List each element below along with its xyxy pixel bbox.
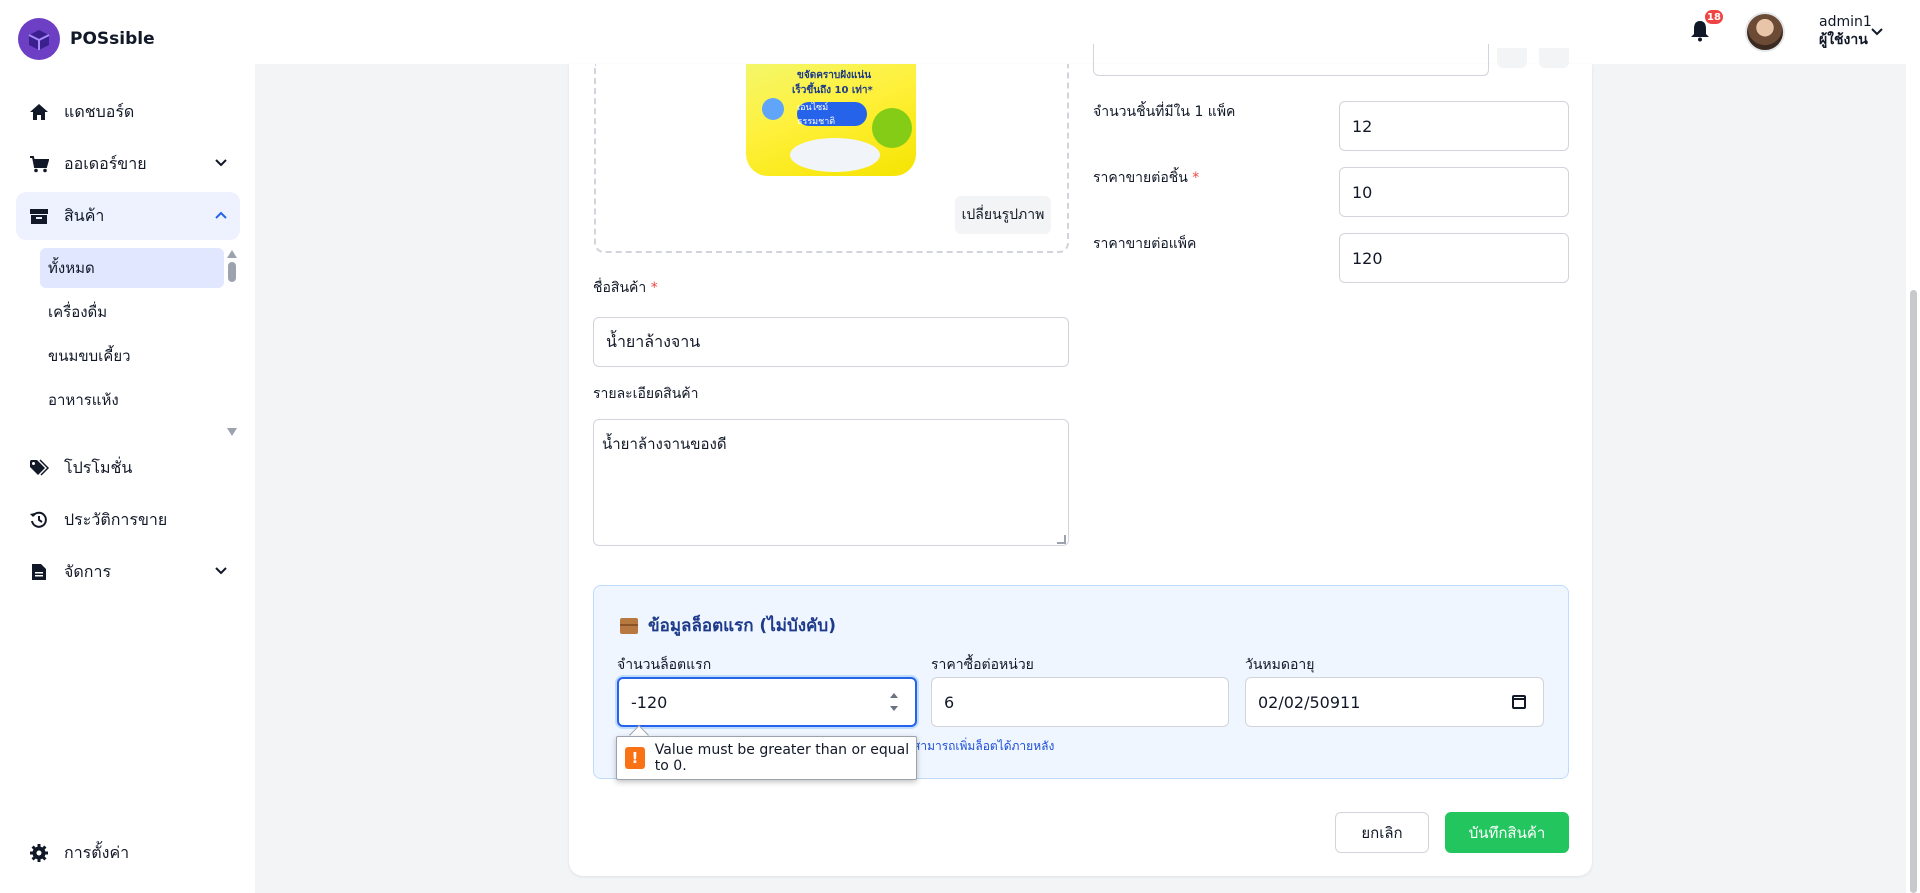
sidebar-item-promotions[interactable]: โปรโมชั่น <box>16 444 240 492</box>
tag-icon <box>28 457 50 479</box>
change-image-button[interactable]: เปลี่ยนรูปภาพ <box>955 196 1051 234</box>
package-plate-graphic <box>790 138 880 172</box>
lot-expiry-date-input[interactable]: 02/02/50911 <box>1245 677 1544 727</box>
history-icon <box>28 509 50 531</box>
sidebar-item-label: จัดการ <box>64 561 112 581</box>
notification-badge: 18 <box>1703 8 1725 26</box>
unit-price-label: ราคาขายต่อชิ้น * <box>1093 167 1199 189</box>
pack-price-label: ราคาขายต่อแพ็ค <box>1093 236 1197 252</box>
package-bubble-graphic <box>762 98 784 120</box>
gear-icon <box>28 842 50 864</box>
home-icon <box>28 101 50 123</box>
label-text: ราคาขายต่อชิ้น <box>1093 170 1188 186</box>
save-product-button[interactable]: บันทึกสินค้า <box>1445 812 1569 853</box>
package-text: เร็วขึ้นถึง 10 เท่า* <box>792 85 873 96</box>
chevron-down-icon <box>214 563 228 582</box>
sidebar-item-label: การตั้งค่า <box>64 842 130 862</box>
unit-price-input[interactable]: 10 <box>1339 167 1569 217</box>
package-pill: เอนไซม์ ธรรมชาติ <box>797 102 867 127</box>
pack-price-input[interactable]: 120 <box>1339 233 1569 283</box>
lot-cost-label: ราคาซื้อต่อหน่วย <box>931 657 1034 673</box>
package-text: ขจัดคราบฝังแน่น <box>797 70 872 81</box>
page-scrollbar-thumb[interactable] <box>1910 290 1917 893</box>
required-mark: * <box>1192 170 1200 186</box>
cart-icon <box>28 153 50 175</box>
submenu-scrollbar[interactable] <box>228 262 236 282</box>
sidebar-item-settings[interactable]: การตั้งค่า <box>16 829 240 877</box>
scroll-down-arrow[interactable] <box>227 428 237 436</box>
pieces-per-pack-input[interactable]: 12 <box>1339 101 1569 151</box>
sidebar-item-sales-history[interactable]: ประวัติการขาย <box>16 496 240 544</box>
user-menu-chevron-icon[interactable] <box>1870 24 1884 43</box>
cropped-input-field[interactable] <box>1093 44 1489 76</box>
cropped-action-button[interactable] <box>1497 48 1527 68</box>
calendar-icon[interactable] <box>1512 695 1526 709</box>
scroll-up-arrow[interactable] <box>227 250 237 258</box>
sidebar-item-label: โปรโมชั่น <box>64 457 133 477</box>
sidebar-subitem-dry-food[interactable]: อาหารแห้ง <box>40 380 224 420</box>
app-logo[interactable]: POSsible <box>18 18 155 60</box>
required-mark: * <box>650 280 658 296</box>
first-lot-title: ข้อมูลล็อตแรก (ไม่บังคับ) <box>620 612 836 639</box>
product-description-label: รายละเอียดสินค้า <box>593 386 699 402</box>
sidebar-item-label: แดชบอร์ด <box>64 101 135 121</box>
lot-quantity-input[interactable]: -120 <box>617 677 917 727</box>
sidebar: POSsible แดชบอร์ด ออเดอร์ขาย สินค้า ทั้ง… <box>0 0 255 893</box>
validation-tooltip: ! Value must be greater than or equal to … <box>616 736 917 780</box>
chevron-down-icon <box>214 155 228 174</box>
package-icon <box>620 617 638 634</box>
title-text: ข้อมูลล็อตแรก (ไม่บังคับ) <box>648 616 836 636</box>
top-bar <box>255 0 1920 64</box>
sidebar-item-label: ประวัติการขาย <box>64 509 168 529</box>
sidebar-item-label: ออเดอร์ขาย <box>64 153 147 173</box>
number-spinner-icon[interactable] <box>889 690 899 714</box>
lot-hint-text: สามารถเพิ่มล็อตได้ภายหลัง <box>913 739 1055 753</box>
sidebar-item-label: สินค้า <box>64 205 105 225</box>
sidebar-subitem-snacks[interactable]: ขนมขบเคี้ยว <box>40 336 224 376</box>
cropped-action-button[interactable] <box>1539 48 1569 68</box>
sidebar-subitem-all[interactable]: ทั้งหมด <box>40 248 224 288</box>
box-icon <box>28 205 50 227</box>
sidebar-subitem-drinks[interactable]: เครื่องดื่ม <box>40 292 224 332</box>
textarea-resize-handle[interactable] <box>1057 535 1066 544</box>
product-description-textarea[interactable]: น้ำยาล้างจานของดี <box>593 419 1069 546</box>
cancel-button[interactable]: ยกเลิก <box>1335 812 1429 853</box>
app-name: POSsible <box>70 29 155 49</box>
user-avatar[interactable] <box>1745 12 1785 52</box>
sidebar-item-products[interactable]: สินค้า <box>16 192 240 240</box>
lot-quantity-label: จำนวนล็อตแรก <box>617 657 712 673</box>
document-icon <box>28 561 50 583</box>
user-name[interactable]: admin1 <box>1819 14 1872 30</box>
product-name-input[interactable]: น้ำยาล้างจาน <box>593 317 1069 367</box>
box-logo-icon <box>18 18 60 60</box>
lot-expiry-label: วันหมดอายุ <box>1245 657 1315 673</box>
label-text: ชื่อสินค้า <box>593 280 647 296</box>
chevron-up-icon <box>214 207 228 226</box>
product-name-label: ชื่อสินค้า * <box>593 277 658 299</box>
validation-message: Value must be greater than or equal to 0… <box>654 742 910 774</box>
lot-cost-input[interactable]: 6 <box>931 677 1229 727</box>
package-lime-graphic <box>872 108 912 148</box>
sidebar-item-sales-orders[interactable]: ออเดอร์ขาย <box>16 140 240 188</box>
sidebar-item-dashboard[interactable]: แดชบอร์ด <box>16 88 240 136</box>
warning-icon: ! <box>625 747 645 769</box>
sidebar-item-manage[interactable]: จัดการ <box>16 548 240 596</box>
user-role[interactable]: ผู้ใช้งาน <box>1819 29 1868 51</box>
pieces-per-pack-label: จำนวนชิ้นที่มีใน 1 แพ็ค <box>1093 104 1236 120</box>
